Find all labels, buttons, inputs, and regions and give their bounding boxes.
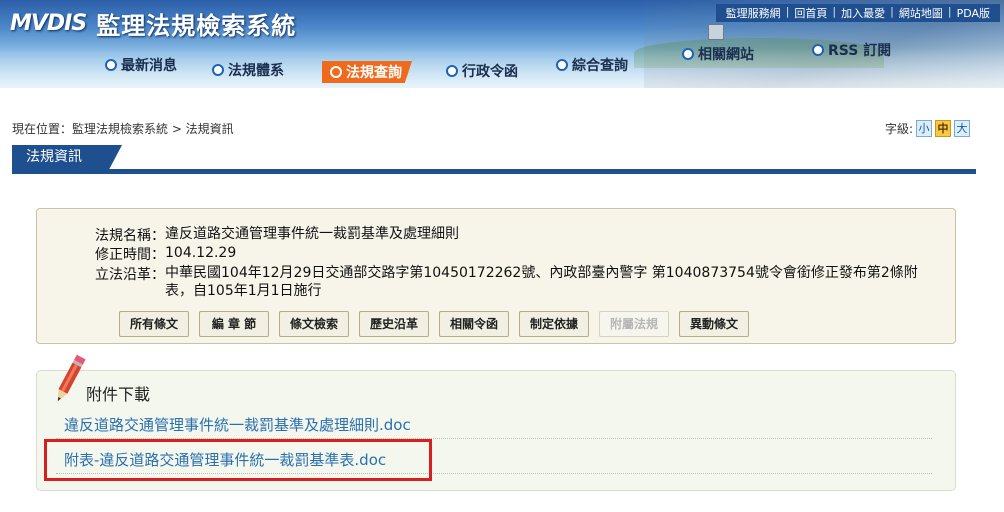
- nav-combined-query[interactable]: 綜合查詢: [556, 55, 628, 75]
- law-history-row: 立法沿革： 中華民國104年12月29日交通部交路字第10450172262號、…: [95, 264, 935, 300]
- law-name-label: 法規名稱：: [95, 228, 165, 244]
- law-revised-value: 104.12.29: [165, 245, 237, 261]
- nav-admin-letters-label: 行政令函: [462, 64, 518, 80]
- related-letters-button[interactable]: 相關令函: [439, 311, 509, 337]
- pencil-icon: [57, 354, 86, 402]
- circle-bullet-icon: [812, 44, 824, 56]
- article-search-button[interactable]: 條文檢索: [279, 311, 349, 337]
- top-link-pda[interactable]: PDA版: [952, 5, 995, 21]
- law-history-label: 立法沿革：: [95, 267, 165, 283]
- top-links: 監理服務網 | 回首頁 | 加入最愛 | 網站地圖 | PDA版: [715, 4, 1000, 22]
- law-revised-row: 修正時間： 104.12.29: [95, 244, 935, 264]
- history-button[interactable]: 歷史沿革: [359, 311, 429, 337]
- nav-related-sites-label: 相關網站: [698, 47, 754, 63]
- nav-combined-query-label: 綜合查詢: [572, 58, 628, 74]
- circle-bullet-icon: [105, 59, 117, 71]
- site-header: MVDIS 監理法規檢索系統 監理服務網 | 回首頁 | 加入最愛 | 網站地圖 | P…: [0, 0, 1004, 88]
- top-link-sitemap[interactable]: 網站地圖: [894, 5, 948, 21]
- attachment-link-penalty-table-doc[interactable]: 附表-違反道路交通管理事件統一裁罰基準表.doc: [64, 449, 386, 470]
- nav-law-query-label: 法規查詢: [346, 65, 402, 81]
- font-size-control: 字級: 小 中 大: [885, 120, 970, 137]
- font-size-label: 字級:: [884, 122, 913, 136]
- law-name-row: 法規名稱： 違反道路交通管理事件統一裁罰基準及處理細則: [95, 225, 935, 245]
- legal-basis-button[interactable]: 制定依據: [519, 311, 589, 337]
- top-link-favorite[interactable]: 加入最愛: [836, 5, 890, 21]
- nav-news-label: 最新消息: [121, 58, 177, 74]
- nav-related-sites[interactable]: 相關網站: [682, 44, 754, 64]
- system-title: 監理法規檢索系統: [96, 11, 297, 40]
- nav-admin-letters[interactable]: 行政令函: [446, 61, 518, 81]
- chapters-button[interactable]: 編 章 節: [199, 311, 269, 337]
- subsidiary-laws-button: 附屬法規: [599, 311, 669, 337]
- nav-rss-label: RSS 訂閱: [828, 43, 892, 59]
- brand-logo: MVDIS: [10, 10, 87, 36]
- section-header: 法規資訊: [12, 145, 976, 175]
- breadcrumb: 現在位置：監理法規檢索系統 > 法規資訊: [12, 122, 234, 136]
- circle-bullet-icon: [330, 66, 342, 78]
- circle-bullet-icon: [556, 59, 568, 71]
- changed-articles-button[interactable]: 異動條文: [679, 311, 749, 337]
- truck-icon: [708, 24, 724, 40]
- law-info-panel: 法規名稱： 違反道路交通管理事件統一裁罰基準及處理細則 修正時間： 104.12…: [36, 208, 956, 344]
- font-size-small[interactable]: 小: [916, 120, 932, 137]
- attachments-title: 附件下載: [86, 385, 151, 404]
- section-title: 法規資訊: [12, 145, 122, 170]
- law-history-value: 中華民國104年12月29日交通部交路字第10450172262號、內政部臺內警…: [165, 265, 918, 299]
- attachment-divider: [56, 473, 932, 474]
- circle-bullet-icon: [212, 64, 224, 76]
- section-divider: [12, 169, 976, 174]
- nav-law-system-label: 法規體系: [228, 63, 284, 79]
- circle-bullet-icon: [446, 65, 458, 77]
- font-size-medium[interactable]: 中: [935, 120, 951, 137]
- top-link-home[interactable]: 回首頁: [789, 5, 832, 21]
- all-articles-button[interactable]: 所有條文: [119, 311, 189, 337]
- site-logo[interactable]: MVDIS 監理法規檢索系統: [10, 8, 297, 40]
- nav-news[interactable]: 最新消息: [105, 55, 177, 75]
- nav-rss[interactable]: RSS 訂閱: [812, 40, 891, 60]
- circle-bullet-icon: [682, 48, 694, 60]
- attachment-divider: [56, 438, 932, 439]
- top-link-service[interactable]: 監理服務網: [721, 5, 786, 21]
- attachment-link-rules-doc[interactable]: 違反道路交通管理事件統一裁罰基準及處理細則.doc: [64, 414, 411, 435]
- nav-law-system[interactable]: 法規體系: [212, 60, 284, 80]
- law-name-value: 違反道路交通管理事件統一裁罰基準及處理細則: [165, 226, 459, 242]
- nav-law-query[interactable]: 法規查詢: [322, 61, 412, 83]
- font-size-large[interactable]: 大: [954, 120, 970, 137]
- law-revised-label: 修正時間：: [95, 247, 165, 263]
